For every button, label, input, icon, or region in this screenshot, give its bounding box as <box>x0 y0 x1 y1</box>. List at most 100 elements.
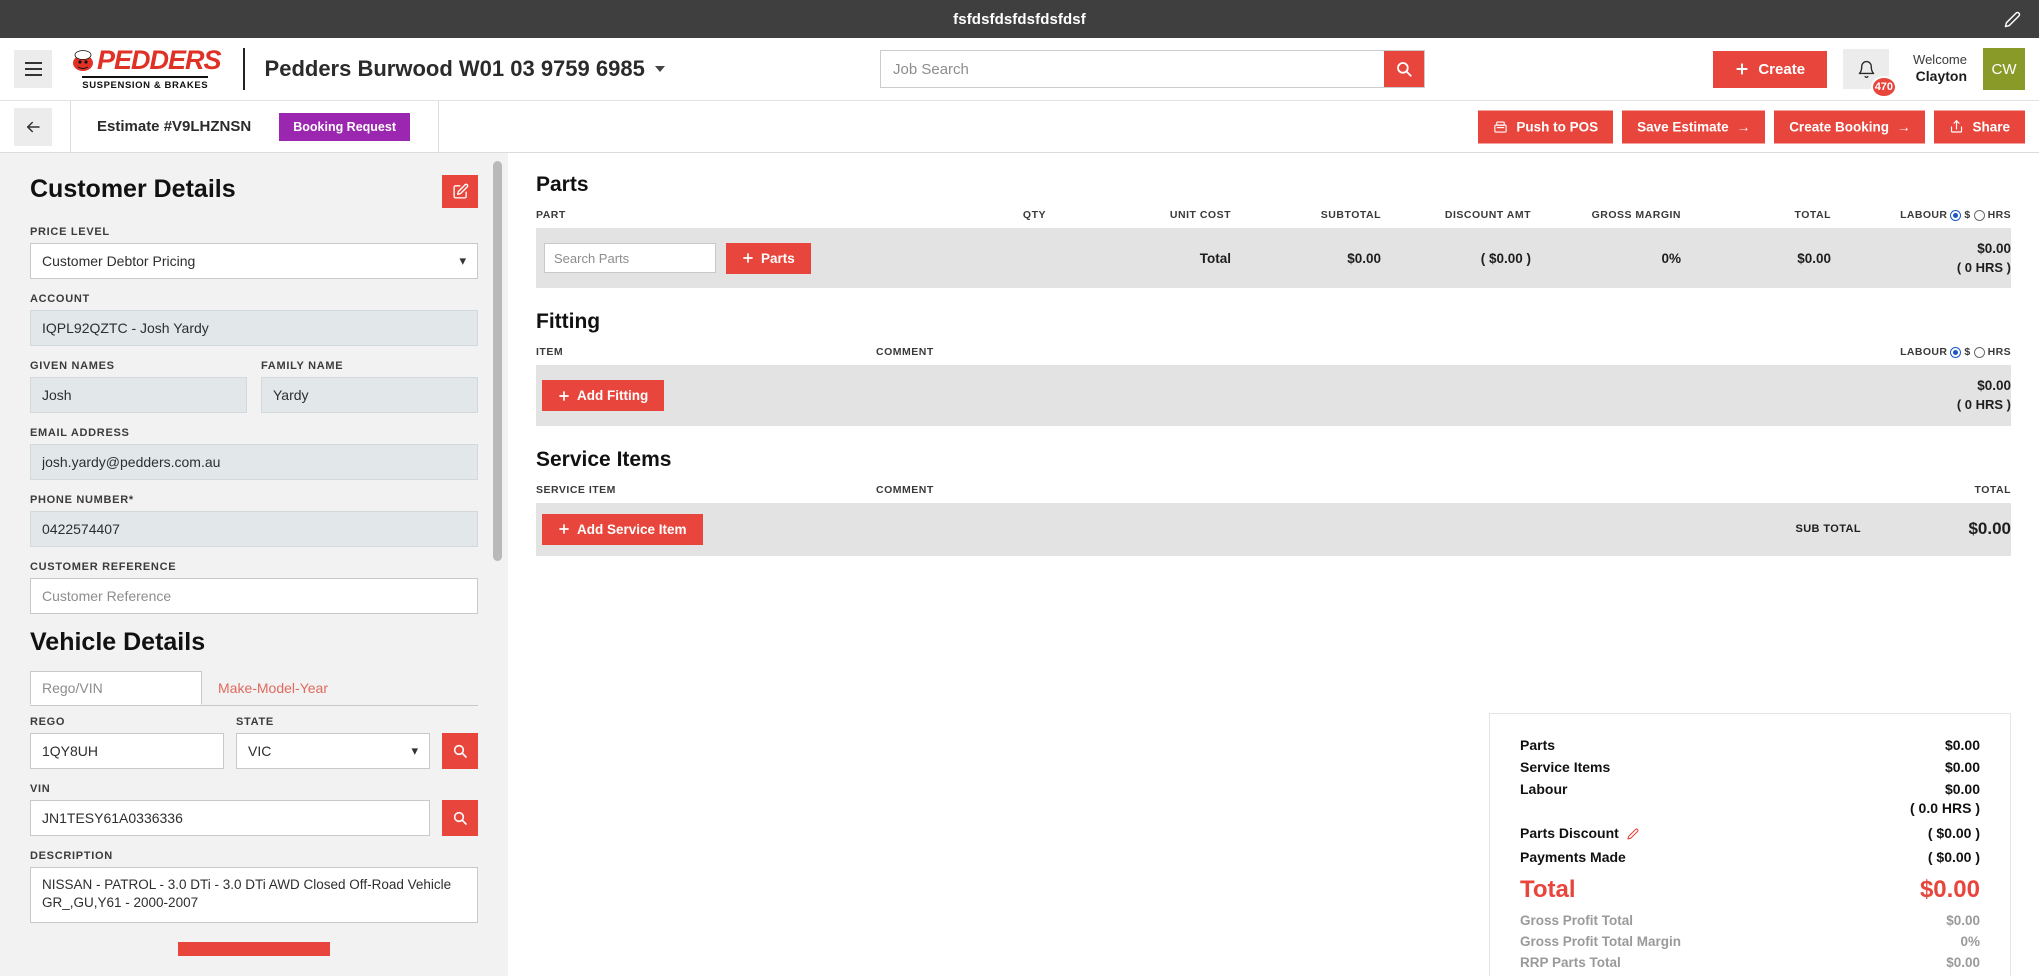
summary-payments-made-label: Payments Made <box>1520 849 1626 865</box>
price-level-label: PRICE LEVEL <box>30 226 110 238</box>
summary-service-items-value: $0.00 <box>1944 759 1980 775</box>
status-badge: Booking Request <box>279 112 411 141</box>
summary-total-value: $0.00 <box>1919 876 1980 903</box>
chevron-down-icon <box>654 66 665 72</box>
add-fitting-button[interactable]: Add Fitting <box>542 380 665 412</box>
pencil-icon[interactable] <box>1627 827 1639 843</box>
share-button[interactable]: Share <box>1934 110 2025 143</box>
top-notification-bar: fsfdsfdsfdsfdsfdsf <box>0 0 2039 38</box>
price-level-field: PRICE LEVEL Customer Debtor Pricing ▾ <box>30 226 478 279</box>
rego-input[interactable] <box>30 733 224 769</box>
job-search-container <box>880 50 1425 88</box>
customer-sidebar: Customer Details PRICE LEVEL Customer De… <box>0 153 508 976</box>
pencil-icon[interactable] <box>2001 8 2023 30</box>
sidebar-scrollbar[interactable] <box>493 161 502 561</box>
service-col-comment: COMMENT <box>876 483 934 496</box>
fitting-table-header-row: ITEM COMMENT LABOUR $ HRS <box>536 346 2011 365</box>
parts-labour-hrs-radio[interactable] <box>1973 209 1985 221</box>
service-items-header-row: SERVICE ITEM COMMENT TOTAL <box>536 484 2011 503</box>
service-col-item: SERVICE ITEM <box>536 483 616 496</box>
hamburger-icon[interactable] <box>14 50 52 88</box>
vin-row: VIN <box>30 783 478 836</box>
sidebar-bottom-button[interactable] <box>178 942 330 956</box>
fitting-labour-dollar-radio[interactable] <box>1950 346 1962 358</box>
fitting-col-labour: LABOUR $ HRS <box>1861 346 2011 365</box>
create-booking-button[interactable]: Create Booking → <box>1774 110 1926 143</box>
search-parts-input[interactable] <box>544 243 716 274</box>
mascot-icon <box>70 49 96 73</box>
account-label: ACCOUNT <box>30 293 90 305</box>
branch-selector[interactable]: Pedders Burwood W01 03 9759 6985 <box>265 56 665 82</box>
summary-gross-profit-margin-value: 0% <box>1960 934 1980 949</box>
edit-square-icon[interactable] <box>442 175 478 208</box>
pedders-logo[interactable]: PEDDERS SUSPENSION & BRAKES <box>70 47 222 91</box>
account-input[interactable] <box>30 310 478 346</box>
parts-labour-label: LABOUR <box>1900 209 1948 221</box>
summary-labour-label: Labour <box>1520 781 1568 797</box>
price-level-select[interactable]: Customer Debtor Pricing <box>30 243 478 279</box>
rego-label: REGO <box>30 716 66 728</box>
summary-gross-profit-margin-label: Gross Profit Total Margin <box>1520 934 1682 949</box>
vin-search-button[interactable] <box>442 800 478 836</box>
arrow-left-icon[interactable] <box>14 107 52 146</box>
topbar-title: fsfdsfdsfdsfdsfdsf <box>953 10 1086 28</box>
parts-labour-amount: $0.00 <box>1977 241 2011 256</box>
fitting-cell-item: Add Fitting <box>536 365 876 426</box>
summary-labour-value: $0.00 <box>1944 781 1980 797</box>
parts-labour-dollar-radio[interactable] <box>1950 209 1962 221</box>
add-parts-button[interactable]: Parts <box>726 242 811 274</box>
service-col-spacer <box>1711 484 1861 503</box>
search-input[interactable] <box>881 51 1384 87</box>
parts-col-part: PART <box>536 209 566 221</box>
state-select[interactable]: VIC <box>236 733 430 769</box>
avatar[interactable]: CW <box>1983 48 2025 90</box>
parts-labour-hrs-label: HRS <box>1987 209 2011 221</box>
summary-total-label: Total <box>1520 876 1576 903</box>
add-parts-label: Parts <box>761 250 795 266</box>
service-items-table: SERVICE ITEM COMMENT TOTAL Add Service I… <box>536 484 2011 556</box>
fitting-labour-hrs-radio[interactable] <box>1973 346 1985 358</box>
save-estimate-button[interactable]: Save Estimate → <box>1622 110 1766 143</box>
bell-icon <box>1858 60 1874 78</box>
search-icon[interactable] <box>1384 51 1424 87</box>
push-to-pos-button[interactable]: Push to POS <box>1478 110 1614 143</box>
plus-icon <box>559 524 569 535</box>
tab-make-model-year[interactable]: Make-Model-Year <box>202 671 344 705</box>
given-names-input[interactable] <box>30 377 247 413</box>
tab-rego-vin[interactable]: Rego/VIN <box>30 671 202 705</box>
add-fitting-label: Add Fitting <box>577 388 649 404</box>
fitting-labour-hrs-label: HRS <box>1987 346 2011 359</box>
tab-make-model-year-label: Make-Model-Year <box>218 680 328 696</box>
customer-reference-label: CUSTOMER REFERENCE <box>30 561 177 573</box>
fitting-table: ITEM COMMENT LABOUR $ HRS Add Fitting $0… <box>536 346 2011 426</box>
phone-field[interactable] <box>30 511 478 547</box>
parts-labour-hours: ( 0 HRS ) <box>1956 259 2011 275</box>
family-name-input[interactable] <box>261 377 478 413</box>
email-field[interactable] <box>30 444 478 480</box>
plus-icon <box>559 390 569 401</box>
service-items-title: Service Items <box>536 447 672 471</box>
service-sub-total-value: $0.00 <box>1861 502 2011 556</box>
fitting-title: Fitting <box>536 310 601 334</box>
parts-col-unit-cost: UNIT COST <box>1169 209 1231 221</box>
toolbar-divider <box>70 100 71 153</box>
parts-cell-gross-margin: 0% <box>1531 228 1681 289</box>
customer-reference-input[interactable] <box>30 578 478 614</box>
description-label: DESCRIPTION <box>30 850 113 862</box>
add-service-item-button[interactable]: Add Service Item <box>542 513 703 545</box>
rego-search-button[interactable] <box>442 733 478 769</box>
parts-cell-subtotal: $0.00 <box>1231 228 1381 289</box>
summary-row-rrp-parts-total: RRP Parts Total $0.00 <box>1520 952 1980 973</box>
fitting-labour-label: LABOUR <box>1900 346 1948 359</box>
description-textarea[interactable] <box>30 867 478 923</box>
summary-parts-value: $0.00 <box>1944 737 1980 753</box>
summary-gross-profit-total-value: $0.00 <box>1946 913 1980 928</box>
summary-row-gross-profit-margin: Gross Profit Total Margin 0% <box>1520 931 1980 952</box>
summary-rrp-parts-total-label: RRP Parts Total <box>1520 955 1621 970</box>
service-sub-total-label: SUB TOTAL <box>1711 502 1861 556</box>
vin-input[interactable] <box>30 800 430 836</box>
create-button[interactable]: Create <box>1713 50 1828 88</box>
notifications-button[interactable]: 470 <box>1843 49 1898 98</box>
rego-state-row: REGO STATE VIC ▾ <box>30 716 478 769</box>
welcome-label: Welcome <box>1913 52 1967 68</box>
